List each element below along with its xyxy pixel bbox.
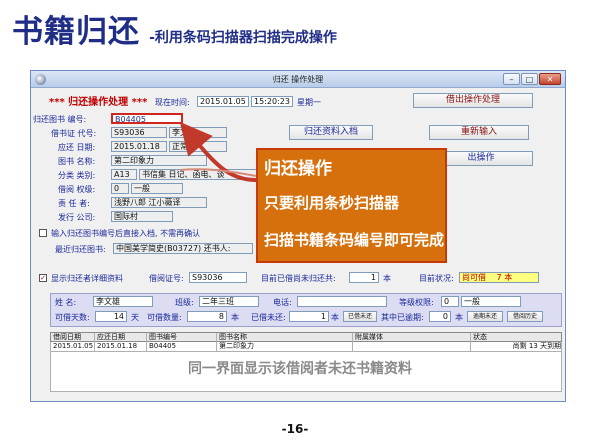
callout-line-2: 只要利用条秒扫描器 (264, 194, 400, 212)
arrow-to-book-no (179, 121, 257, 182)
callout-line-3: 扫描书籍条码编号即可完成 (264, 231, 445, 249)
page-number: -16- (281, 422, 309, 436)
arrow-shadow (179, 168, 257, 177)
caption-overlay: 同一界面显示该借阅者未还书籍资料 (188, 361, 412, 377)
callout-line-1: 归还操作 (264, 159, 332, 179)
slide: 书籍归还 -利用条码扫描器扫描完成操作 归还 操作处理 – □ ✕ *** 归还… (0, 0, 590, 445)
callout-box: 归还操作 只要利用条秒扫描器 扫描书籍条码编号即可完成 (256, 148, 447, 263)
